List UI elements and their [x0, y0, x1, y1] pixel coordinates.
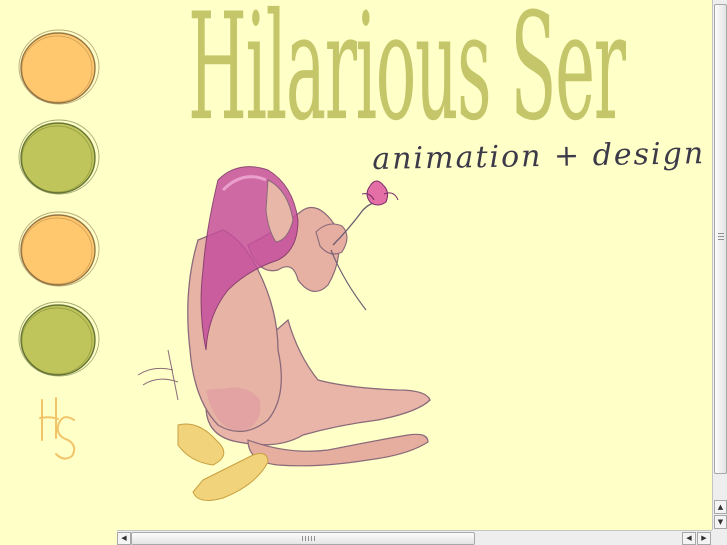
status-area — [0, 530, 117, 545]
scroll-left-button[interactable]: ◀ — [117, 532, 131, 545]
orange-circle-icon — [18, 29, 100, 105]
arrow-right-icon: ▶ — [701, 534, 707, 542]
hs-monogram-logo[interactable] — [34, 396, 84, 464]
scroll-up-button[interactable]: ▲ — [714, 500, 727, 514]
arrow-left-icon: ◀ — [686, 534, 692, 542]
page-canvas: Hilarious Ser animation + design by — [0, 0, 712, 530]
scroll-down-button[interactable]: ▼ — [714, 515, 727, 529]
scrollbar-corner — [712, 530, 727, 545]
horizontal-scrollbar[interactable]: ◀ ◀ ▶ — [117, 530, 712, 545]
vertical-scroll-thumb[interactable] — [714, 4, 727, 474]
grip-icon — [718, 233, 724, 241]
horizontal-scroll-thumb[interactable] — [131, 532, 475, 545]
orange-circle-icon — [18, 211, 100, 287]
green-circle-icon — [18, 301, 100, 377]
illustration-image — [137, 166, 431, 501]
arrow-down-icon: ▼ — [717, 518, 724, 526]
site-title: Hilarious Ser — [188, 0, 626, 154]
vertical-scrollbar[interactable]: ▲ ▼ — [712, 0, 727, 530]
nav-circle-3[interactable] — [14, 208, 104, 292]
arrow-left-icon: ◀ — [121, 534, 127, 542]
nav-circle-1[interactable] — [14, 26, 104, 110]
scroll-right-button[interactable]: ▶ — [697, 532, 711, 545]
arrow-up-icon: ▲ — [717, 503, 724, 511]
green-circle-icon — [18, 119, 100, 195]
nav-circle-2[interactable] — [14, 116, 104, 200]
grip-icon — [302, 536, 316, 541]
nav-circle-4[interactable] — [14, 298, 104, 382]
scroll-left-button-2[interactable]: ◀ — [682, 532, 696, 545]
